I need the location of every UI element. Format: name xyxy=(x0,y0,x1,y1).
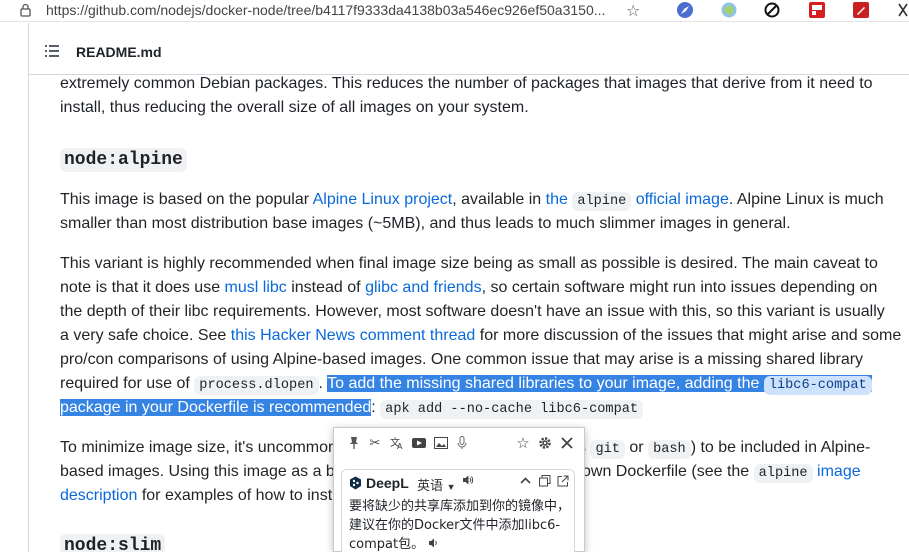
paragraph-line: install, thus reducing the overall size … xyxy=(60,99,529,116)
caret-down-icon: ▼ xyxy=(446,482,456,492)
paragraph-line: description for examples of how to inst xyxy=(60,484,332,508)
pin-icon[interactable] xyxy=(346,435,362,451)
code-bash: bash xyxy=(648,440,691,459)
code-git: git xyxy=(590,440,625,459)
text: for examples of how to inst xyxy=(137,487,333,504)
selected-text-part: To add the missing shared libraries to y… xyxy=(327,375,764,392)
deepl-result-card: DeepL 英语 ▼ 要将缺少的共享库添加到你的镜像中，建议在你的Docker文… xyxy=(341,469,575,552)
microphone-icon[interactable] xyxy=(454,435,470,451)
link-description[interactable]: description xyxy=(60,487,137,504)
paragraph-line: extremely common Debian packages. This r… xyxy=(60,75,873,92)
speaker-small-icon[interactable] xyxy=(428,537,439,552)
heading-code: node:alpine xyxy=(60,148,187,172)
outline-list-icon[interactable] xyxy=(45,45,59,57)
chevron-up-icon[interactable] xyxy=(520,475,531,489)
url-text[interactable]: https://github.com/nodejs/docker-node/tr… xyxy=(46,2,605,18)
paragraph-line: a very safe choice. See this Hacker News… xyxy=(60,324,901,348)
open-external-icon[interactable] xyxy=(557,475,569,490)
content-border xyxy=(28,75,29,552)
text: instead of xyxy=(286,279,366,296)
text: , available in xyxy=(452,191,546,208)
paragraph-line: the depth of their libc requirements. Ho… xyxy=(60,303,885,320)
extension-compass-icon[interactable] xyxy=(676,1,694,19)
paragraph-line: note is that it does use musl libc inste… xyxy=(60,276,877,300)
paragraph-line: required for use of process.dlopen. To a… xyxy=(60,372,872,396)
deepl-logo-icon xyxy=(350,476,361,490)
heading-node-alpine: node:alpine xyxy=(60,146,187,172)
paragraph-line-tail: own Dockerfile (see the alpine image xyxy=(582,460,861,484)
favorite-star-icon[interactable]: ☆ xyxy=(515,435,531,452)
paragraph-line: To minimize image size, it's uncommon xyxy=(60,436,337,460)
text: . Alpine Linux is much xyxy=(728,191,884,208)
text: or xyxy=(624,439,649,456)
link-glibc[interactable]: glibc and friends xyxy=(365,279,482,296)
bookmark-add-icon[interactable]: ☆ xyxy=(626,1,640,21)
paragraph-line-tail: s git or bash) to be included in Alpine- xyxy=(578,436,870,460)
paragraph-line: smaller than most distribution base imag… xyxy=(60,215,791,232)
link-official-image[interactable]: official image xyxy=(636,191,729,208)
code-apk-add: apk add --no-cache libc6-compat xyxy=(380,400,644,419)
translation-popup: ✂ 文A ☆ DeepL 英语 ▼ 要将缺少的共享库添加到你的镜像中，建议在你的… xyxy=(333,427,585,552)
text: own Dockerfile (see the xyxy=(582,463,754,480)
text: ) to be included in Alpine- xyxy=(690,439,871,456)
link-the[interactable]: the xyxy=(546,191,568,208)
link-hacker-news-thread[interactable]: this Hacker News comment thread xyxy=(231,327,476,344)
paragraph-line: based images. Using this image as a ba xyxy=(60,463,344,480)
code-libc6-compat: libc6-compat xyxy=(763,376,872,395)
settings-gear-icon[interactable] xyxy=(537,435,553,451)
text: This image is based on the popular xyxy=(60,191,313,208)
selected-text[interactable]: package in your Dockerfile is recommende… xyxy=(60,399,372,416)
translate-icon[interactable]: 文A xyxy=(389,435,405,451)
link-alpine-linux-project[interactable]: Alpine Linux project xyxy=(313,191,453,208)
selected-text[interactable]: To add the missing shared libraries to y… xyxy=(327,375,872,395)
paragraph-line: package in your Dockerfile is recommende… xyxy=(60,396,644,420)
text: . xyxy=(318,375,328,392)
code-process-dlopen: process.dlopen xyxy=(194,376,319,395)
extension-fe-icon[interactable] xyxy=(808,1,826,19)
video-icon[interactable] xyxy=(411,435,427,451)
extension-puzzle-icon[interactable] xyxy=(894,1,909,19)
text: To minimize image size, it's uncommon xyxy=(60,439,337,456)
copy-icon[interactable] xyxy=(539,475,551,490)
image-icon[interactable] xyxy=(433,435,449,451)
provider-name: DeepL xyxy=(366,475,409,491)
text: , so certain software might run into iss… xyxy=(481,279,878,296)
heading-node-slim: node:slim xyxy=(60,532,166,552)
paragraph-line: pro/con comparisons of using Alpine-base… xyxy=(60,351,864,368)
address-bar[interactable]: https://github.com/nodejs/docker-node/tr… xyxy=(0,0,909,22)
lock-icon xyxy=(20,3,31,17)
readme-title[interactable]: README.md xyxy=(76,44,162,60)
text: a very safe choice. See xyxy=(60,327,231,344)
extension-block-icon[interactable] xyxy=(763,1,781,19)
heading-code: node:slim xyxy=(60,534,166,552)
readme-header: README.md xyxy=(28,23,909,75)
close-icon[interactable] xyxy=(559,435,575,451)
translation-text: 要将缺少的共享库添加到你的镜像中，建议在你的Docker文件中添加libc6-c… xyxy=(349,497,571,552)
language-select[interactable]: 英语 ▼ xyxy=(417,475,456,494)
paragraph-line: This variant is highly recommended when … xyxy=(60,255,878,272)
link-musl-libc[interactable]: musl libc xyxy=(225,279,287,296)
speaker-icon[interactable] xyxy=(462,474,474,489)
translation-content: 要将缺少的共享库添加到你的镜像中，建议在你的Docker文件中添加libc6-c… xyxy=(349,499,571,552)
code-alpine: alpine xyxy=(572,192,632,211)
text: for more discussion of the issues that m… xyxy=(475,327,902,344)
extension-pen-icon[interactable] xyxy=(852,1,870,19)
link-image[interactable]: image xyxy=(817,463,861,480)
text: note is that it does use xyxy=(60,279,225,296)
paragraph-line: This image is based on the popular Alpin… xyxy=(60,188,884,212)
extension-globe-icon[interactable] xyxy=(720,1,738,19)
scissors-icon[interactable]: ✂ xyxy=(367,435,383,451)
language-label: 英语 xyxy=(417,478,444,493)
svg-text:A: A xyxy=(397,442,403,450)
code-alpine-2: alpine xyxy=(753,464,813,483)
text: required for use of xyxy=(60,375,195,392)
popup-toolbar: ✂ 文A ☆ xyxy=(334,428,584,460)
text: : xyxy=(371,399,381,416)
